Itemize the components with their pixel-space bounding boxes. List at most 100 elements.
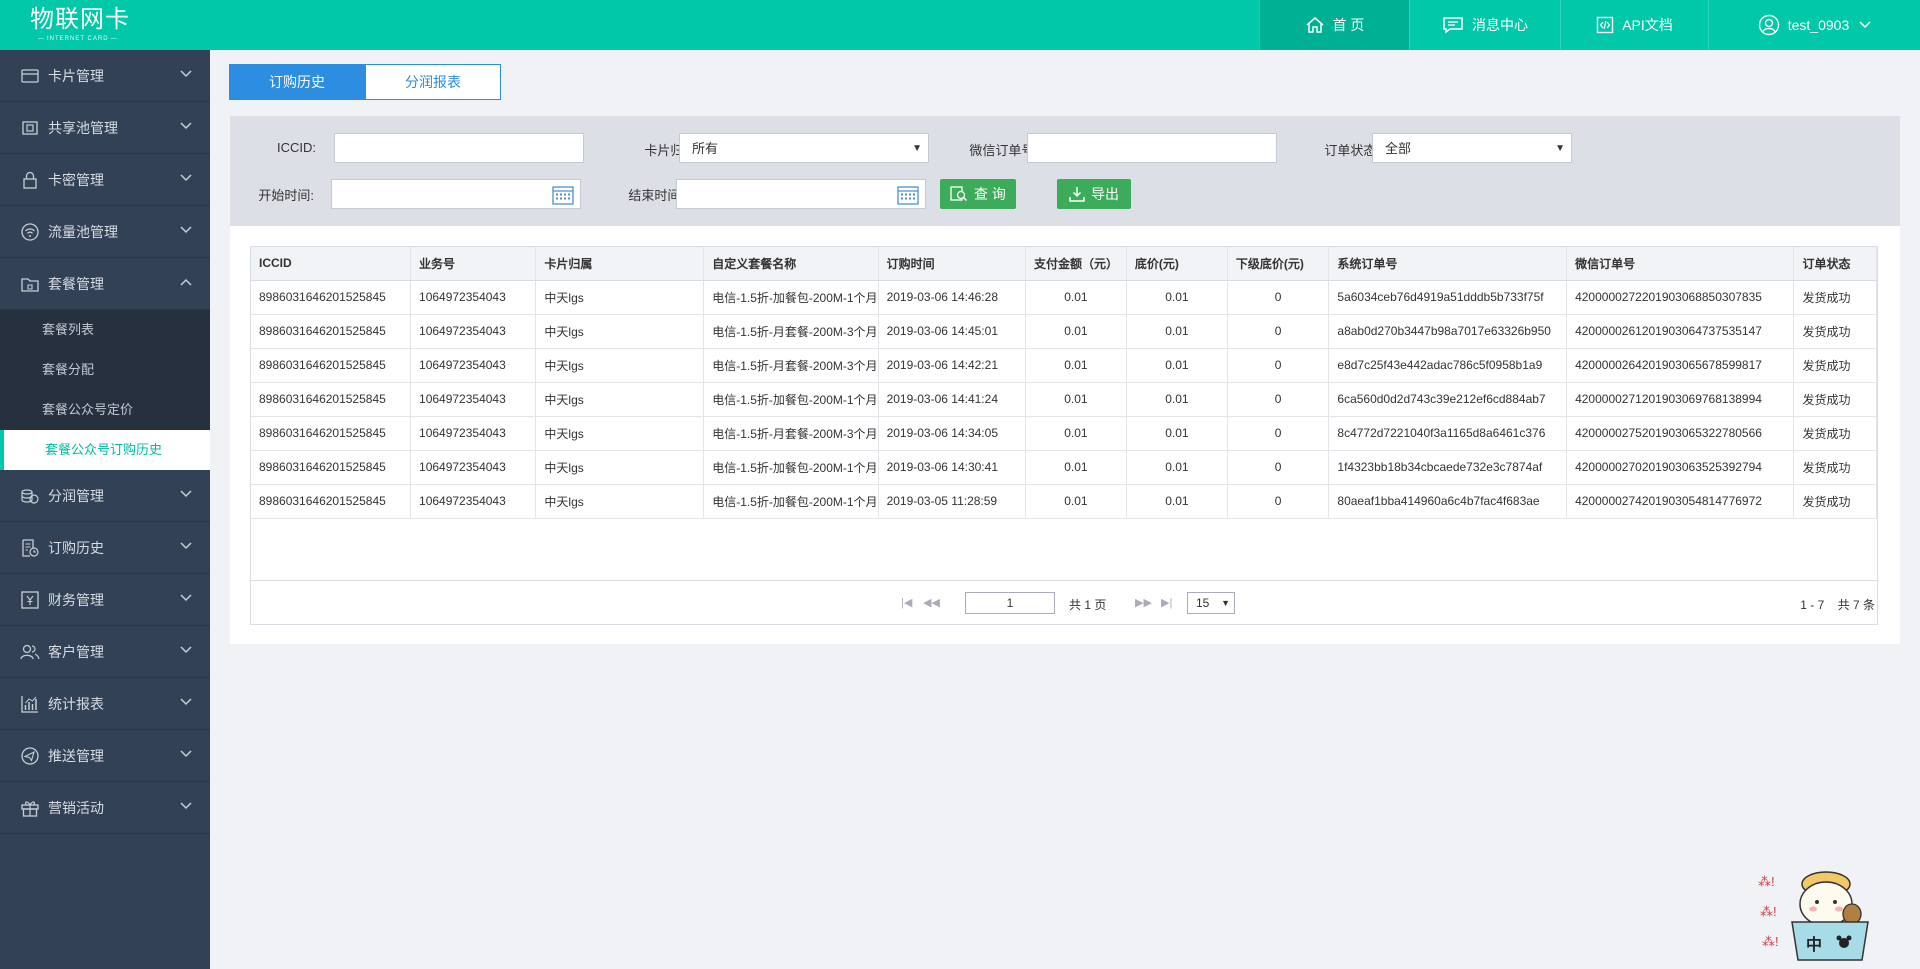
- first-page-icon[interactable]: |◀: [901, 596, 912, 609]
- table-cell: 中天lgs: [535, 382, 705, 417]
- column-header[interactable]: 卡片归属: [535, 247, 705, 281]
- chevron-down-icon: [180, 542, 192, 550]
- sidebar-subitem-package-order-history[interactable]: 套餐公众号订购历史: [0, 430, 210, 470]
- message-icon: [1443, 17, 1463, 34]
- wechat-order-input[interactable]: [1027, 133, 1277, 163]
- start-time-input[interactable]: [331, 179, 581, 209]
- sidebar-item-customers[interactable]: 客户管理: [0, 626, 210, 678]
- page-number-input[interactable]: 1: [965, 592, 1055, 614]
- table-row[interactable]: 8986031646201525845 1064972354043 中天lgs 电信-…: [251, 280, 1877, 315]
- sidebar-item-marketing[interactable]: 营销活动: [0, 782, 210, 834]
- query-button-label: 查 询: [974, 186, 1006, 202]
- column-header[interactable]: 业务号: [410, 247, 537, 281]
- sidebar-subitem-package-pricing[interactable]: 套餐公众号定价: [0, 390, 210, 430]
- table-cell: 0.01: [1025, 416, 1127, 451]
- nav-home[interactable]: 首 页: [1259, 0, 1409, 50]
- table-cell: 发货成功: [1793, 280, 1877, 315]
- chevron-down-icon: [180, 490, 192, 498]
- sidebar-item-profit-sharing[interactable]: 分润管理: [0, 470, 210, 522]
- mascot-image: ⁂! ⁂! ⁂! 中: [1758, 871, 1869, 961]
- column-header[interactable]: 系统订单号: [1328, 247, 1568, 281]
- wechat-order-label: 微信订单号:: [969, 143, 1038, 158]
- table-cell: 电信-1.5折-加餐包-200M-1个月: [703, 382, 879, 417]
- chevron-down-icon: [1859, 21, 1871, 29]
- sidebar-item-push[interactable]: 推送管理: [0, 730, 210, 782]
- sidebar-item-card-secret[interactable]: 卡密管理: [0, 154, 210, 206]
- table-row[interactable]: 8986031646201525845 1064972354043 中天lgs 电信-…: [251, 484, 1877, 519]
- table-cell: 8986031646201525845: [251, 484, 412, 519]
- nav-api-docs[interactable]: API文档: [1560, 0, 1708, 50]
- calendar-icon[interactable]: [552, 185, 574, 205]
- nav-messages[interactable]: 消息中心: [1409, 0, 1560, 50]
- orders-table: ICCID 业务号 卡片归属 自定义套餐名称 订购时间 支付金额（元） 底价(元…: [251, 247, 1877, 519]
- sidebar-item-statistics[interactable]: 统计报表: [0, 678, 210, 730]
- sidebar-item-label: 客户管理: [48, 643, 104, 660]
- table-cell: 2019-03-06 14:45:01: [878, 314, 1027, 349]
- column-header[interactable]: 自定义套餐名称: [703, 247, 879, 281]
- table-cell: 0.01: [1126, 280, 1228, 315]
- logo-text: 物联网卡: [30, 6, 130, 33]
- sidebar-item-card-management[interactable]: 卡片管理: [0, 50, 210, 102]
- push-icon: [20, 746, 40, 766]
- sidebar-item-label: 订购历史: [48, 539, 104, 556]
- table-row[interactable]: 8986031646201525845 1064972354043 中天lgs 电信-…: [251, 314, 1877, 349]
- table-row[interactable]: 8986031646201525845 1064972354043 中天lgs 电信-…: [251, 348, 1877, 383]
- logo-subtext: INTERNET CARD: [30, 36, 130, 42]
- column-header[interactable]: ICCID: [251, 247, 412, 281]
- iccid-input[interactable]: [334, 133, 584, 163]
- table-cell: 1064972354043: [410, 450, 537, 485]
- table-cell: 0.01: [1126, 382, 1228, 417]
- sidebar-item-label: 共享池管理: [48, 119, 118, 136]
- table-cell: 0.01: [1025, 348, 1127, 383]
- table-row[interactable]: 8986031646201525845 1064972354043 中天lgs 电信-…: [251, 450, 1877, 485]
- column-header[interactable]: 订购时间: [878, 247, 1027, 281]
- last-page-icon[interactable]: ▶|: [1161, 596, 1172, 609]
- table-cell: 1064972354043: [410, 348, 537, 383]
- column-header[interactable]: 订单状态: [1793, 247, 1877, 281]
- sidebar-subitem-package-assign[interactable]: 套餐分配: [0, 350, 210, 390]
- sidebar-item-order-history[interactable]: 订购历史: [0, 522, 210, 574]
- tab-profit-report[interactable]: 分润报表: [365, 64, 501, 100]
- sidebar-item-label: 流量池管理: [48, 223, 118, 240]
- sidebar-item-finance[interactable]: 财务管理: [0, 574, 210, 626]
- order-status-select[interactable]: 全部 ▼: [1372, 133, 1572, 163]
- tab-order-history[interactable]: 订购历史: [229, 64, 365, 100]
- next-page-icon[interactable]: ▶▶: [1135, 596, 1152, 609]
- table-row[interactable]: 8986031646201525845 1064972354043 中天lgs 电信-…: [251, 416, 1877, 451]
- end-time-input[interactable]: [676, 179, 926, 209]
- mascot-sticker[interactable]: ⁂! ⁂! ⁂! 中: [1756, 856, 1876, 966]
- sidebar-item-package-management[interactable]: 套餐管理: [0, 258, 210, 310]
- sidebar-item-shared-pool[interactable]: 共享池管理: [0, 102, 210, 154]
- table-cell: 发货成功: [1793, 314, 1877, 349]
- card-owner-select[interactable]: 所有 ▼: [679, 133, 929, 163]
- table-cell: 1064972354043: [410, 280, 537, 315]
- column-header[interactable]: 下级底价(元): [1227, 247, 1330, 281]
- export-button-label: 导出: [1091, 186, 1119, 202]
- table-cell: 0: [1227, 450, 1330, 485]
- total-pages: 共 1 页: [1069, 598, 1107, 612]
- nav-user-menu[interactable]: test_0903: [1708, 0, 1920, 50]
- logo[interactable]: 物联网卡 INTERNET CARD: [30, 6, 130, 42]
- finance-icon: [20, 590, 40, 610]
- query-button[interactable]: 查 询: [940, 179, 1016, 209]
- sidebar-subitem-package-list[interactable]: 套餐列表: [0, 310, 210, 350]
- table-cell: 4200000274201903054814776972: [1566, 484, 1795, 519]
- table-cell: 中天lgs: [535, 314, 705, 349]
- page-size-select[interactable]: 15 ▼: [1187, 592, 1235, 614]
- sidebar-item-flow-pool[interactable]: 流量池管理: [0, 206, 210, 258]
- prev-page-icon[interactable]: ◀◀: [923, 596, 940, 609]
- table-cell: 0: [1227, 280, 1330, 315]
- export-button[interactable]: 导出: [1057, 179, 1131, 209]
- table-cell: 8986031646201525845: [251, 348, 412, 383]
- column-header[interactable]: 微信订单号: [1566, 247, 1795, 281]
- pool-icon: [20, 118, 40, 138]
- history-icon: [20, 538, 40, 558]
- table-row[interactable]: 8986031646201525845 1064972354043 中天lgs 电信-…: [251, 382, 1877, 417]
- page-size-value: 15: [1196, 596, 1210, 610]
- column-header[interactable]: 支付金额（元）: [1025, 247, 1127, 281]
- chevron-down-icon: [180, 698, 192, 706]
- table-cell: 8986031646201525845: [251, 280, 412, 315]
- sidebar-item-label: 财务管理: [48, 591, 104, 608]
- calendar-icon[interactable]: [897, 185, 919, 205]
- column-header[interactable]: 底价(元): [1126, 247, 1228, 281]
